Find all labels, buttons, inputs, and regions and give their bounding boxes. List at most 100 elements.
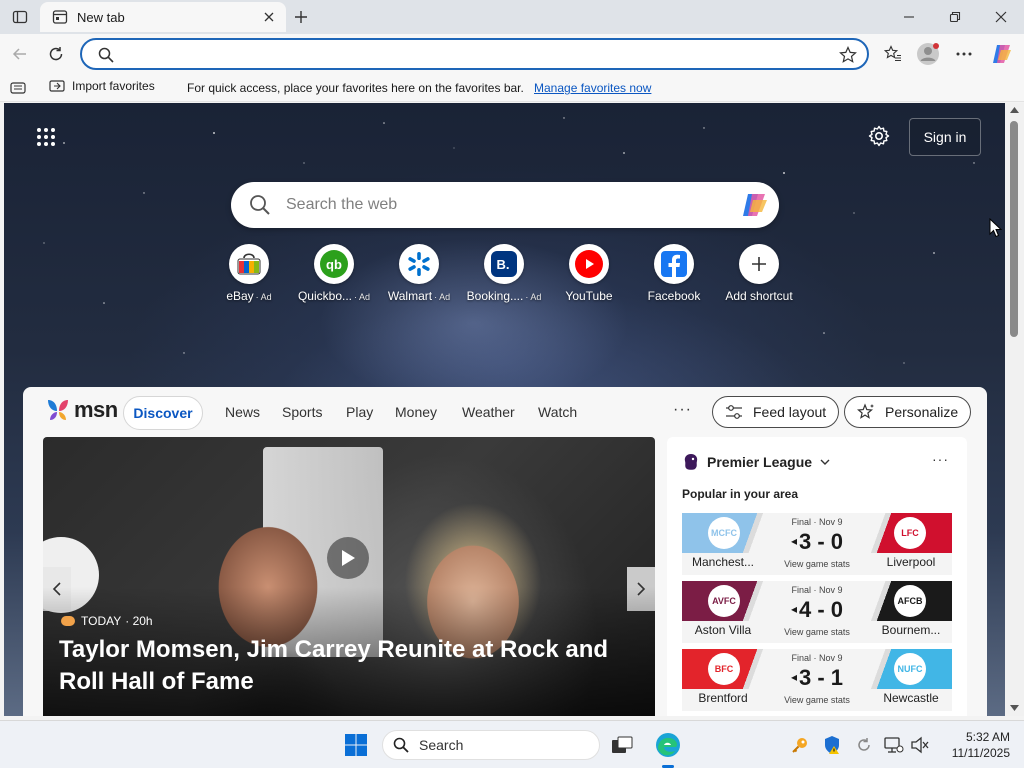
tab-actions-icon <box>12 10 28 24</box>
refresh-button[interactable] <box>42 40 70 68</box>
shortcut-ebay[interactable]: eBay · Ad <box>207 244 291 303</box>
copilot-icon[interactable] <box>739 190 771 220</box>
copilot-icon <box>993 45 1011 63</box>
shortcut-quickbooks[interactable]: qb Quickbo... · Ad <box>292 244 376 303</box>
scroll-up-icon[interactable] <box>1010 107 1019 113</box>
tray-volume-button[interactable] <box>906 731 934 759</box>
page-scrollbar[interactable] <box>1005 103 1024 716</box>
feed-layout-button[interactable]: Feed layout <box>712 396 840 428</box>
sign-in-button[interactable]: Sign in <box>909 118 981 156</box>
story-headline[interactable]: Taylor Momsen, Jim Carrey Reunite at Roc… <box>59 634 649 698</box>
tab-close-button[interactable] <box>260 8 278 26</box>
close-window-button[interactable] <box>978 0 1024 34</box>
system-clock[interactable]: 5:32 AM 11/11/2025 <box>940 729 1010 761</box>
restore-icon <box>949 11 961 23</box>
page-settings-button[interactable] <box>868 125 894 151</box>
title-bar: New tab <box>0 0 1024 34</box>
msn-logo[interactable]: msn <box>45 397 118 423</box>
sidebar-toggle-icon[interactable] <box>10 81 26 95</box>
ad-badge: · Ad <box>434 292 451 302</box>
card-more-button[interactable]: ··· <box>932 451 949 467</box>
import-icon <box>49 80 65 92</box>
app-launcher-button[interactable] <box>36 127 60 151</box>
profile-button[interactable] <box>914 40 942 68</box>
shortcut-label: Walmart <box>387 289 433 303</box>
personalize-button[interactable]: Personalize <box>844 396 972 428</box>
task-view-button[interactable] <box>608 731 636 759</box>
feed-layout-label: Feed layout <box>753 404 827 420</box>
shortcut-walmart[interactable]: Walmart · Ad <box>377 244 461 303</box>
search-icon <box>250 195 270 215</box>
shortcut-booking[interactable]: B. Booking.... · Ad <box>462 244 546 303</box>
shortcut-label: YouTube <box>565 289 613 303</box>
match-score-value: 3 - 1 <box>799 665 844 690</box>
tab-play[interactable]: Play <box>346 404 373 420</box>
waffle-grid-icon <box>37 128 55 146</box>
tray-network-button[interactable] <box>880 731 908 759</box>
copilot-button[interactable] <box>988 40 1016 68</box>
video-play-button[interactable] <box>327 537 369 579</box>
ad-badge: · Ad <box>525 292 542 302</box>
home-team-name: Brentford <box>698 691 748 705</box>
windows-taskbar: Search 5:32 AM 11/11/2025 <box>0 720 1024 768</box>
add-shortcut-button[interactable]: Add shortcut <box>717 244 801 303</box>
ad-badge: · Ad <box>255 292 272 302</box>
feed-more-button[interactable]: ··· <box>673 401 692 419</box>
source-name: TODAY <box>81 614 122 628</box>
hero-story-card[interactable]: TODAY · 20h Taylor Momsen, Jim Carrey Re… <box>43 437 655 716</box>
scroll-down-icon[interactable] <box>1010 705 1019 711</box>
monitor-network-icon <box>884 737 904 753</box>
tab-discover[interactable]: Discover <box>123 396 203 430</box>
msn-butterfly-icon <box>48 400 68 420</box>
winner-indicator-icon: ◂ <box>790 534 797 548</box>
match-row[interactable]: BFC NUFC Final · Nov 9 ◂3 - 1 View game stat… <box>682 649 952 711</box>
arrow-left-icon <box>12 48 26 60</box>
restore-button[interactable] <box>932 0 978 34</box>
shortcut-facebook[interactable]: Facebook <box>632 244 716 303</box>
tab-actions-button[interactable] <box>6 4 34 30</box>
scrollbar-thumb[interactable] <box>1010 121 1018 337</box>
taskbar-search[interactable]: Search <box>382 730 600 760</box>
shortcut-label: Quickbo... <box>297 289 352 303</box>
address-bar[interactable] <box>80 38 869 70</box>
back-button[interactable] <box>6 40 34 68</box>
favorite-star-icon[interactable] <box>839 46 857 64</box>
sparkle-star-icon <box>857 403 874 419</box>
match-score: ◂4 - 0 <box>682 597 952 623</box>
manage-favorites-link[interactable]: Manage favorites now <box>534 81 651 95</box>
favorites-button[interactable] <box>879 40 907 68</box>
tab-new-tab[interactable]: New tab <box>40 2 286 32</box>
facebook-icon <box>654 244 694 284</box>
minimize-button[interactable] <box>886 0 932 34</box>
web-search-box[interactable]: Search the web <box>231 182 779 228</box>
import-favorites-button[interactable]: Import favorites <box>49 79 155 93</box>
tray-security-button[interactable] <box>818 731 846 759</box>
match-row[interactable]: MCFC LFC Final · Nov 9 ◂3 - 0 View game stat… <box>682 513 952 575</box>
tray-key-icon-button[interactable] <box>786 731 814 759</box>
tab-money[interactable]: Money <box>395 404 437 420</box>
close-icon <box>995 11 1007 23</box>
card-subtitle: Popular in your area <box>682 487 799 501</box>
new-tab-button[interactable] <box>289 5 313 29</box>
shortcut-youtube[interactable]: YouTube <box>547 244 631 303</box>
home-team-name: Manchest... <box>691 555 755 569</box>
tray-sync-button[interactable] <box>850 731 878 759</box>
match-status: Final · Nov 9 <box>791 653 843 663</box>
tab-sports[interactable]: Sports <box>282 404 322 420</box>
match-row[interactable]: AVFC AFCB Final · Nov 9 ◂4 - 0 View game sta… <box>682 581 952 643</box>
tab-weather[interactable]: Weather <box>462 404 515 420</box>
volume-muted-icon <box>911 736 929 754</box>
gear-icon <box>868 125 890 147</box>
start-button[interactable] <box>342 731 370 759</box>
plus-icon <box>739 244 779 284</box>
taskbar-edge[interactable] <box>654 731 682 759</box>
league-selector[interactable]: Premier League <box>683 453 830 471</box>
plus-icon <box>295 11 307 23</box>
chevron-down-icon <box>820 459 830 465</box>
tab-news[interactable]: News <box>225 404 260 420</box>
svg-text:qb: qb <box>326 257 342 272</box>
tab-watch[interactable]: Watch <box>538 404 577 420</box>
settings-more-button[interactable] <box>950 40 978 68</box>
shortcut-label: Add shortcut <box>725 289 793 303</box>
msn-wordmark: msn <box>74 397 118 422</box>
